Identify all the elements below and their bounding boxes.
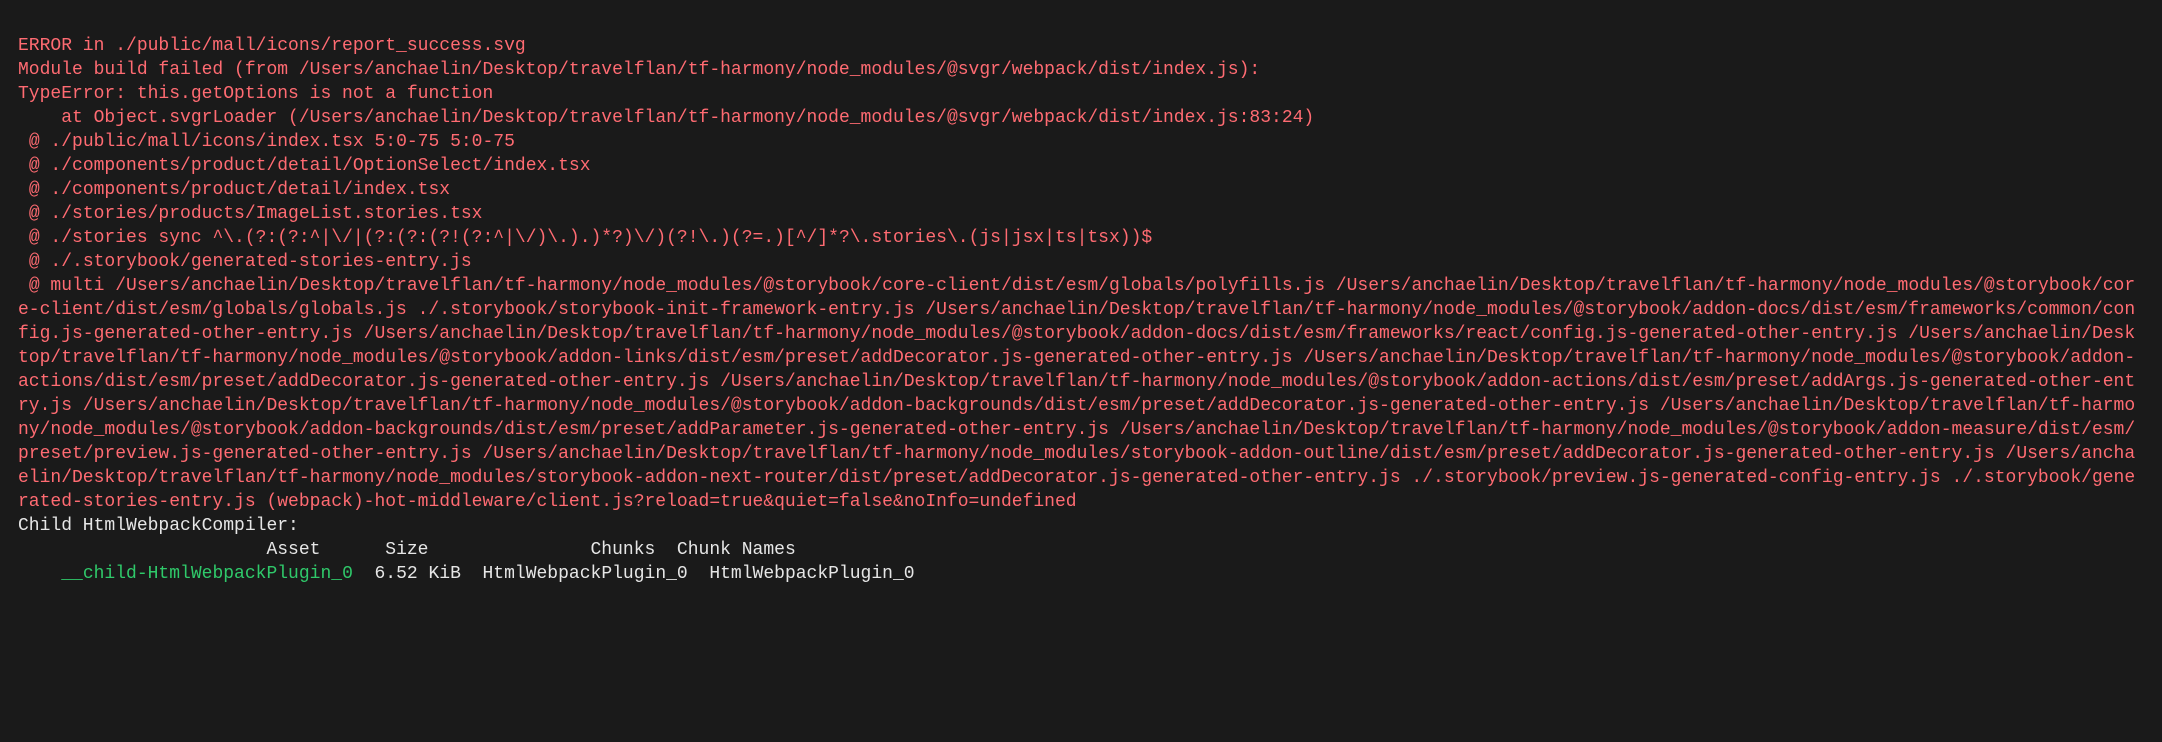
error-trace-line: @ ./stories/products/ImageList.stories.t… — [18, 204, 483, 224]
error-trace-line: @ ./components/product/detail/index.tsx — [18, 180, 450, 200]
error-trace-line: @ ./.storybook/generated-stories-entry.j… — [18, 252, 472, 272]
terminal-output[interactable]: ERROR in ./public/mall/icons/report_succ… — [0, 0, 2162, 596]
asset-name: __child-HtmlWebpackPlugin_0 — [18, 564, 353, 584]
error-trace-line: @ ./public/mall/icons/index.tsx 5:0-75 5… — [18, 132, 515, 152]
error-trace-line: @ multi /Users/anchaelin/Desktop/travelf… — [18, 276, 2135, 512]
error-line: Module build failed (from /Users/anchael… — [18, 60, 1260, 80]
asset-details: 6.52 KiB HtmlWebpackPlugin_0 HtmlWebpack… — [353, 564, 915, 584]
compiler-header: Child HtmlWebpackCompiler: — [18, 516, 299, 536]
error-line: at Object.svgrLoader (/Users/anchaelin/D… — [18, 108, 1314, 128]
error-trace-line: @ ./components/product/detail/OptionSele… — [18, 156, 591, 176]
error-trace-line: @ ./stories sync ^\.(?:(?:^|\/|(?:(?:(?!… — [18, 228, 1152, 248]
error-line: ERROR in ./public/mall/icons/report_succ… — [18, 36, 526, 56]
error-line: TypeError: this.getOptions is not a func… — [18, 84, 493, 104]
compiler-columns: Asset Size Chunks Chunk Names — [18, 540, 796, 560]
